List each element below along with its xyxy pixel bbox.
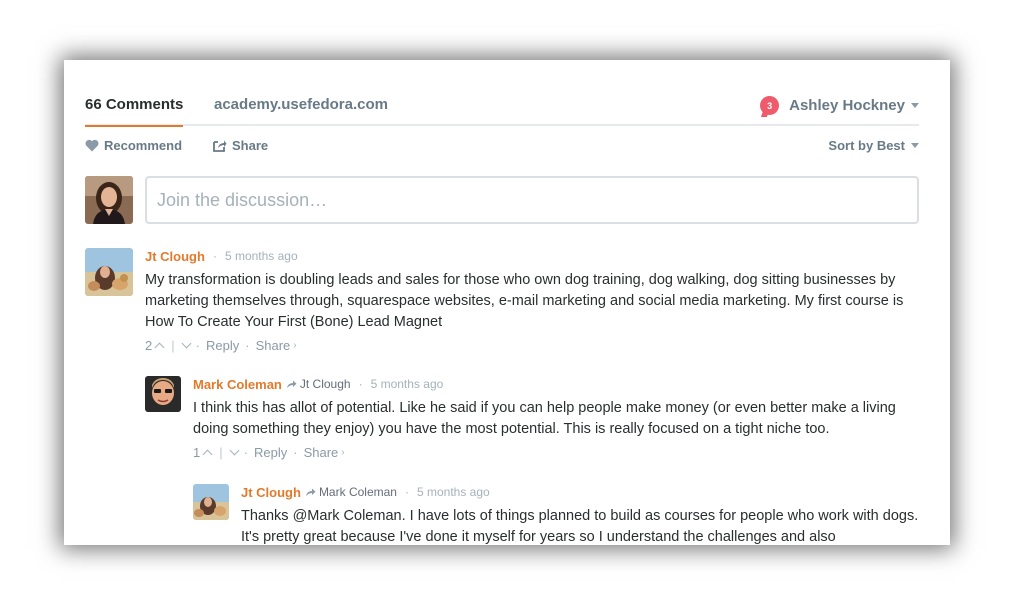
user-name[interactable]: Ashley Hockney (789, 97, 905, 114)
notification-badge[interactable]: 3 (760, 96, 780, 115)
chevron-right-icon: › (293, 339, 297, 351)
avatar[interactable] (85, 248, 133, 296)
divider: | (219, 444, 223, 460)
avatar[interactable] (193, 484, 229, 520)
chevron-up-icon[interactable] (202, 449, 213, 459)
reply-to[interactable]: Jt Clough (286, 377, 351, 391)
disqus-comments-panel: 66 Comments academy.usefedora.com 3 Ashl… (64, 60, 950, 545)
chevron-down-icon (911, 143, 919, 148)
avatar[interactable] (85, 176, 133, 224)
separator-dot: · (404, 485, 409, 499)
share-icon (213, 140, 227, 152)
avatar[interactable] (145, 376, 181, 412)
comment-time[interactable]: 5 months ago (225, 249, 298, 263)
comments-nav: 66 Comments academy.usefedora.com 3 Ashl… (85, 86, 919, 127)
recommend-label: Recommend (104, 138, 183, 153)
chevron-down-icon[interactable] (911, 103, 919, 108)
user-menu[interactable]: 3 Ashley Hockney (760, 96, 919, 115)
heart-icon (85, 139, 99, 152)
tab-site[interactable]: academy.usefedora.com (214, 96, 388, 113)
chevron-up-icon[interactable] (154, 342, 165, 352)
comment-author[interactable]: Mark Coleman (193, 377, 282, 392)
separator-dot: · (293, 444, 298, 460)
reply-arrow-icon (286, 380, 297, 388)
chevron-down-icon[interactable] (229, 445, 240, 455)
comment-time[interactable]: 5 months ago (417, 485, 490, 499)
comment-author[interactable]: Jt Clough (241, 485, 301, 500)
divider: | (171, 337, 175, 353)
chevron-right-icon: › (341, 446, 345, 458)
recommend-button[interactable]: Recommend (85, 138, 182, 153)
tab-comments[interactable]: 66 Comments (85, 96, 184, 127)
separator-dot: · (243, 444, 248, 460)
comment-text: I think this has allot of potential. Lik… (193, 400, 896, 437)
reply-arrow-icon (305, 488, 316, 496)
comment-input[interactable] (145, 176, 919, 224)
reply-button[interactable]: Reply (254, 445, 287, 460)
share-link[interactable]: Share (304, 445, 339, 460)
separator-dot: · (245, 337, 250, 353)
comment-text: Thanks @Mark Coleman. I have lots of thi… (241, 508, 919, 545)
separator-dot: · (212, 249, 217, 263)
sort-dropdown[interactable]: Sort by Best (828, 138, 919, 153)
comment-author[interactable]: Jt Clough (145, 249, 205, 264)
chevron-down-icon[interactable] (181, 338, 192, 348)
reply-to[interactable]: Mark Coleman (305, 485, 397, 499)
reply-button[interactable]: Reply (206, 338, 239, 353)
vote-count: 1 (193, 444, 201, 460)
share-button[interactable]: Share (213, 138, 268, 153)
actions-bar: Recommend Share Sort by Best (85, 138, 919, 158)
comment-footer: 2 | · Reply · Share › (145, 336, 919, 354)
share-label: Share (232, 138, 269, 153)
separator-dot: · (358, 377, 363, 391)
share-link[interactable]: Share (256, 338, 291, 353)
sort-label: Sort by Best (828, 138, 905, 153)
separator-dot: · (195, 337, 200, 353)
comment-time[interactable]: 5 months ago (371, 377, 444, 391)
comment-footer: 1 | · Reply · Share › (193, 443, 919, 461)
comment-text: My transformation is doubling leads and … (145, 272, 904, 330)
vote-count: 2 (145, 337, 153, 353)
reply-to-name: Mark Coleman (318, 485, 397, 499)
reply-to-name: Jt Clough (299, 377, 351, 391)
